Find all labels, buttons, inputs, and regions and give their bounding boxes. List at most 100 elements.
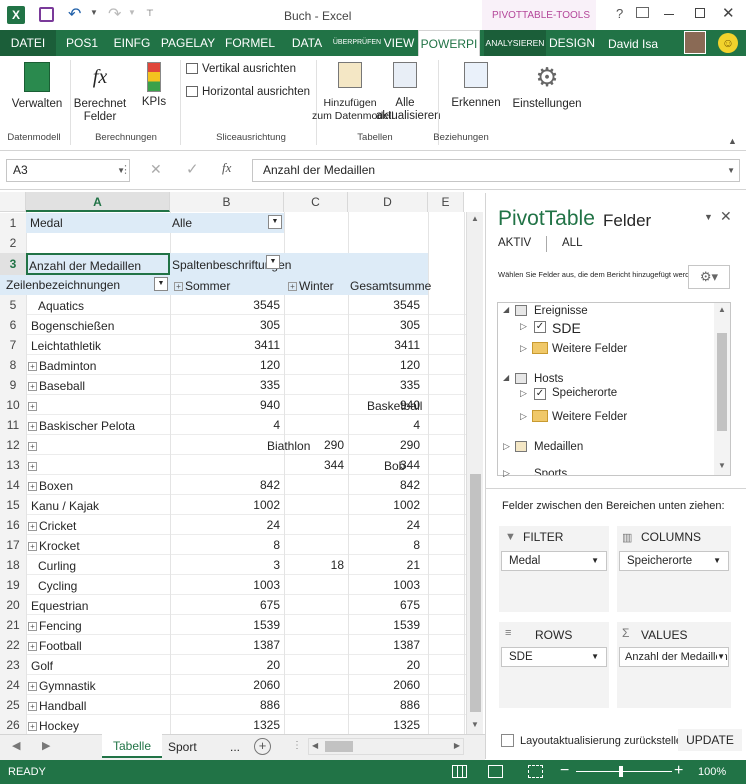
expand-row-icon[interactable]: + xyxy=(28,642,37,652)
value-cell-b[interactable]: 1325 xyxy=(170,718,280,732)
cancel-entry-icon[interactable]: ✕ xyxy=(150,161,162,178)
value-cell-d[interactable]: 120 xyxy=(348,358,420,372)
tree-expand-more2-icon[interactable]: ▷ xyxy=(520,411,527,422)
zoom-slider-thumb[interactable] xyxy=(619,766,623,777)
scroll-up-icon[interactable]: ▲ xyxy=(471,214,479,223)
value-cell-d[interactable]: 675 xyxy=(348,598,420,612)
value-cell-d[interactable]: 3411 xyxy=(348,338,420,352)
tab-split-icon[interactable]: ⋮ xyxy=(292,740,302,751)
value-cell-d[interactable]: 24 xyxy=(348,518,420,532)
formula-more-icon[interactable]: ⋮ xyxy=(120,163,131,176)
tree-expand-more1-icon[interactable]: ▷ xyxy=(520,343,527,354)
expand-row-icon[interactable]: + xyxy=(28,722,37,732)
row-header[interactable]: 26 xyxy=(0,715,26,735)
undo-icon[interactable]: ↶ xyxy=(68,4,81,24)
hscroll-right-icon[interactable]: ▶ xyxy=(454,741,460,750)
restore-icon[interactable] xyxy=(695,8,705,18)
value-cell-d[interactable]: 1539 xyxy=(348,618,420,632)
value-cell-b[interactable]: 3411 xyxy=(170,338,280,352)
sheet-tab-sport[interactable]: Sport xyxy=(168,740,197,754)
row-header[interactable]: 19 xyxy=(0,575,26,595)
row-label-cell[interactable]: Kanu / Kajak xyxy=(31,499,99,513)
help-icon[interactable]: ? xyxy=(616,6,623,21)
row-label-cell[interactable]: Aquatics xyxy=(38,299,84,313)
tab-pagelayout[interactable]: PAGELAY xyxy=(160,30,216,56)
corner-select-all[interactable] xyxy=(0,192,26,212)
zoom-slider[interactable] xyxy=(576,771,672,772)
tree-collapse-hosts-icon[interactable]: ◢ xyxy=(503,373,509,382)
row-label-cell[interactable]: Bogenschießen xyxy=(31,319,114,333)
minimize-icon[interactable] xyxy=(664,14,674,15)
defer-update-checkbox[interactable] xyxy=(501,734,514,747)
value-cell-b[interactable]: 3545 xyxy=(170,298,280,312)
vertical-scrollbar[interactable]: ▲ ▼ xyxy=(466,212,483,734)
row-header[interactable]: 24 xyxy=(0,675,26,695)
row-label-cell[interactable]: + xyxy=(28,399,39,413)
column-header-d[interactable]: D xyxy=(348,192,428,212)
value-cell-d[interactable]: 335 xyxy=(348,378,420,392)
scroll-thumb[interactable] xyxy=(470,474,481,712)
row-header[interactable]: 3 xyxy=(0,253,26,275)
value-cell-b[interactable]: 335 xyxy=(170,378,280,392)
pane-close-icon[interactable]: ✕ xyxy=(720,208,732,225)
row-header[interactable]: 13 xyxy=(0,455,26,475)
tree-scroll-thumb[interactable] xyxy=(717,333,727,431)
value-cell-b[interactable]: 305 xyxy=(170,318,280,332)
collapse-ribbon-icon[interactable]: ▲ xyxy=(728,136,737,146)
value-cell-c[interactable]: 18 xyxy=(284,558,344,572)
value-cell-b[interactable]: 940 xyxy=(170,398,280,412)
value-cell-b[interactable]: 675 xyxy=(170,598,280,612)
expand-row-icon[interactable]: + xyxy=(28,442,37,452)
row-header[interactable]: 11 xyxy=(0,415,26,435)
row-header[interactable]: 21 xyxy=(0,615,26,635)
row-labels-header[interactable]: Zeilenbezeichnungen ▼ xyxy=(0,275,170,295)
scroll-down-icon[interactable]: ▼ xyxy=(471,720,479,729)
columns-pill-dropdown-icon[interactable]: ▼ xyxy=(713,552,721,570)
expand-row-icon[interactable]: + xyxy=(28,622,37,632)
expand-row-icon[interactable]: + xyxy=(28,462,37,472)
normal-view-icon[interactable] xyxy=(452,765,467,778)
value-cell-b[interactable]: 3 xyxy=(170,558,280,572)
tree-table-hosts[interactable]: Hosts xyxy=(534,373,563,385)
tab-powerpivot[interactable]: POWERPI xyxy=(418,30,480,57)
row-label-cell[interactable]: + Gymnastik xyxy=(28,679,96,693)
row-label-cell[interactable]: Cycling xyxy=(38,579,77,593)
column-header-e[interactable]: E xyxy=(428,192,464,212)
add-sheet-icon[interactable]: + xyxy=(254,738,271,755)
ribbon-display-icon[interactable] xyxy=(636,7,649,18)
row-header[interactable]: 15 xyxy=(0,495,26,515)
manage-button[interactable]: Verwalten xyxy=(6,62,68,111)
page-break-view-icon[interactable] xyxy=(528,765,543,778)
tab-data[interactable]: DATA xyxy=(288,30,326,56)
tab-home[interactable]: POS1 xyxy=(60,30,104,56)
value-cell-b[interactable]: 1539 xyxy=(170,618,280,632)
value-cell-d[interactable]: 305 xyxy=(348,318,420,332)
smiley-icon[interactable]: ☺ xyxy=(718,33,738,53)
row-label-cell[interactable]: + xyxy=(28,459,39,473)
value-cell-d[interactable]: 842 xyxy=(348,478,420,492)
row-label-cell[interactable]: + Fencing xyxy=(28,619,82,633)
expand-row-icon[interactable]: + xyxy=(28,522,37,532)
expand-row-icon[interactable]: + xyxy=(28,542,37,552)
row-header[interactable]: 2 xyxy=(0,233,26,253)
value-cell-d[interactable]: 2060 xyxy=(348,678,420,692)
settings-button[interactable]: ⚙ Einstellungen xyxy=(510,62,584,111)
value-cell-d[interactable]: 1325 xyxy=(348,718,420,732)
sheet-more[interactable]: ... xyxy=(230,740,240,754)
detect-button[interactable]: Erkennen xyxy=(448,62,504,110)
row-header[interactable]: 8 xyxy=(0,355,26,375)
row-label-cell[interactable]: + Football xyxy=(28,639,82,653)
row-header[interactable]: 5 xyxy=(0,295,26,315)
column-header-b[interactable]: B xyxy=(170,192,284,212)
tree-table-sports[interactable]: Sports xyxy=(534,468,567,475)
value-cell-d[interactable]: 886 xyxy=(348,698,420,712)
pane-options-icon[interactable]: ▼ xyxy=(704,212,713,222)
sde-checkbox[interactable]: ✓ xyxy=(534,321,546,333)
row-label-cell[interactable]: + Badminton xyxy=(28,359,96,373)
tab-design[interactable]: DESIGN xyxy=(548,30,596,56)
row-label-cell[interactable]: + Hockey xyxy=(28,719,79,733)
expand-row-icon[interactable]: + xyxy=(28,422,37,432)
value-cell-b[interactable]: 120 xyxy=(170,358,280,372)
row-header[interactable]: 7 xyxy=(0,335,26,355)
align-vertical-button[interactable]: Vertikal ausrichten xyxy=(186,63,296,76)
